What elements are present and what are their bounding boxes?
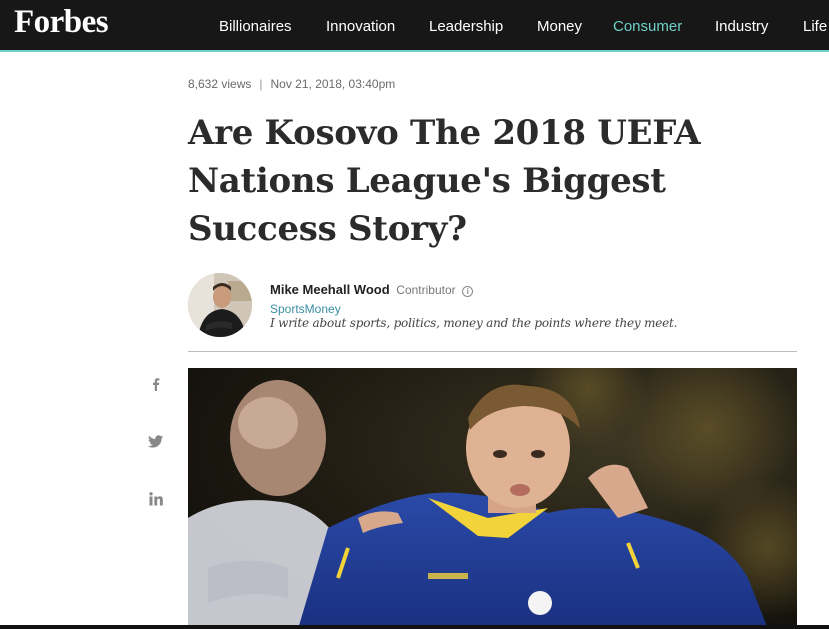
author-avatar[interactable] <box>188 273 252 337</box>
author-bio: I write about sports, politics, money an… <box>270 316 678 330</box>
nav-item-billionaires[interactable]: Billionaires <box>219 18 292 35</box>
author-role: Contributor <box>396 283 456 297</box>
article-meta: 8,632 views | Nov 21, 2018, 03:40pm <box>188 77 395 91</box>
nav-item-consumer[interactable]: Consumer <box>613 18 682 35</box>
meta-separator: | <box>259 77 263 91</box>
facebook-icon[interactable] <box>148 376 164 392</box>
author-name[interactable]: Mike Meehall Wood <box>270 282 390 297</box>
author-photo <box>188 273 252 337</box>
twitter-icon[interactable] <box>148 433 164 449</box>
bottom-edge <box>0 625 829 629</box>
article-hero-image[interactable] <box>188 368 797 629</box>
linkedin-icon[interactable] <box>148 491 164 507</box>
info-icon[interactable]: i <box>462 286 474 297</box>
football-player-photo <box>188 368 797 629</box>
publish-date: Nov 21, 2018, 03:40pm <box>270 77 396 91</box>
view-count: 8,632 views <box>188 77 252 91</box>
nav-item-leadership[interactable]: Leadership <box>429 18 503 35</box>
main-nav: Billionaires Innovation Leadership Money… <box>0 0 829 52</box>
top-navigation-bar: Forbes Billionaires Innovation Leadershi… <box>0 0 829 52</box>
author-channel-link[interactable]: SportsMoney <box>270 302 341 316</box>
nav-item-life[interactable]: Life <box>803 18 827 35</box>
nav-item-money[interactable]: Money <box>537 18 582 35</box>
nav-item-innovation[interactable]: Innovation <box>326 18 395 35</box>
article-title: Are Kosovo The 2018 UEFA Nations League'… <box>188 113 701 249</box>
nav-item-industry[interactable]: Industry <box>715 18 768 35</box>
author-line: Mike Meehall Wood Contributor i <box>270 282 474 297</box>
author-divider <box>188 351 797 352</box>
